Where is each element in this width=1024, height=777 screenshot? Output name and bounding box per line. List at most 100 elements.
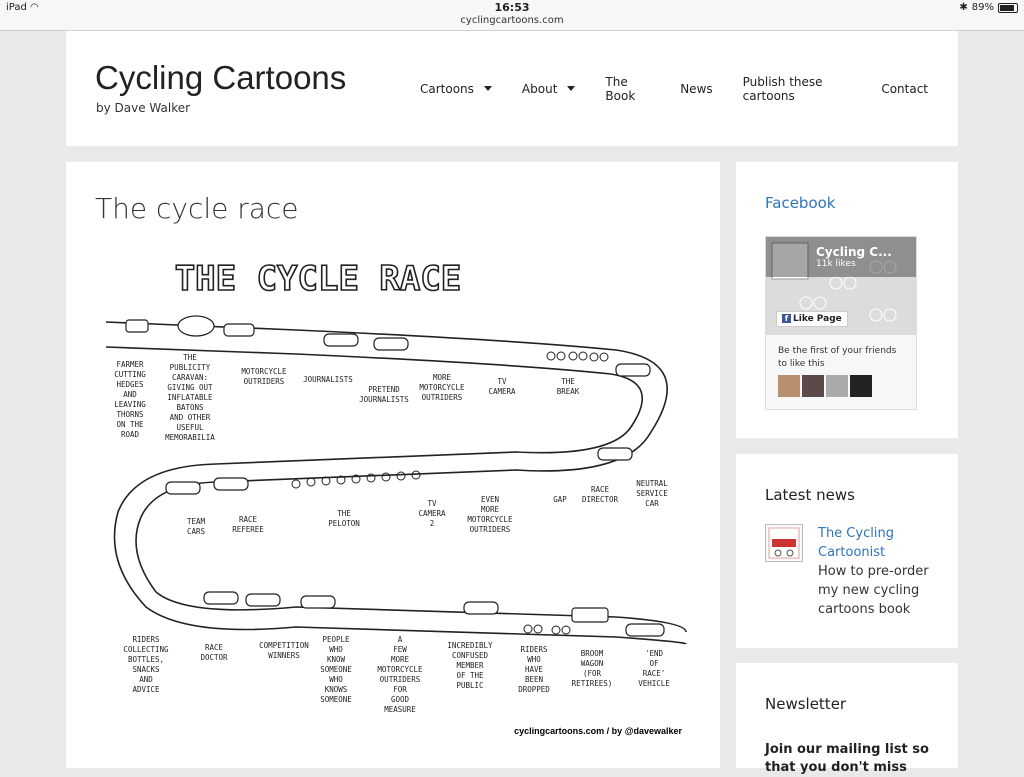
site-title[interactable]: Cycling Cartoons <box>95 59 346 97</box>
label-line: OUTRIDERS <box>470 525 511 534</box>
label-line: MOTORCYCLE <box>467 515 513 524</box>
label-line: PELOTON <box>328 519 360 528</box>
label-line: THE <box>337 509 351 518</box>
label-line: THE <box>183 353 197 362</box>
facebook-widget-title[interactable]: Facebook <box>765 194 835 212</box>
facebook-like-button[interactable]: f Like Page <box>776 311 848 327</box>
label-competition-winners: COMPETITION WINNERS <box>259 641 309 660</box>
label-line: CUTTING <box>114 370 146 379</box>
nav-label: The Book <box>605 75 636 103</box>
label-line: BOTTLES, <box>128 655 164 664</box>
address-bar[interactable]: cyclingcartoons.com <box>0 15 1024 26</box>
facebook-icon: f <box>782 314 791 323</box>
label-line: INFLATABLE <box>167 393 213 402</box>
nav-publish[interactable]: Publish these cartoons <box>743 75 852 103</box>
nav-label: About <box>521 82 558 96</box>
label-line: AND <box>139 675 153 684</box>
label-line: SOMEONE <box>320 695 352 704</box>
label-line: 2 <box>430 519 435 528</box>
label-broom-wagon: BROOM WAGON (FOR RETIREES) <box>572 649 613 688</box>
label-line: JOURNALISTS <box>303 375 353 384</box>
label-line: GOOD <box>391 695 410 704</box>
label-line: OUTRIDERS <box>244 377 285 386</box>
avatar <box>778 375 800 397</box>
label-line: PRETEND <box>368 385 400 394</box>
label-line: CONFUSED <box>452 651 489 660</box>
chevron-down-icon <box>483 85 492 91</box>
label-line: OUTRIDERS <box>380 675 421 684</box>
newsletter-title: Newsletter <box>765 695 847 713</box>
nav-cartoons[interactable]: Cartoons <box>420 75 492 103</box>
newsletter-widget: Newsletter Join our mailing list so that… <box>736 663 958 775</box>
label-line: KNOW <box>327 655 346 664</box>
battery-fill <box>1000 4 1015 11</box>
avatar <box>802 375 824 397</box>
label-the-break: THE BREAK <box>557 377 580 396</box>
label-pretend-journalists: PRETEND JOURNALISTS <box>359 385 409 404</box>
book-cover-icon <box>768 527 800 559</box>
label-line: RIDERS <box>132 635 160 644</box>
newsletter-text: Join our mailing list so that you don't … <box>765 742 929 775</box>
news-article-description: How to pre-order my new cycling cartoons… <box>818 564 929 617</box>
label-riders-collecting-bottles: RIDERS COLLECTING BOTTLES, SNACKS AND ADVICE <box>123 635 169 694</box>
label-line: WINNERS <box>268 651 300 660</box>
label-line: FEW <box>393 645 407 654</box>
cartoon-drawing: THE CYCLE RACE FARMER CUTTING HEDGES AND… <box>105 258 687 736</box>
facebook-friends-text: Be the first of your friends to like thi… <box>778 346 897 369</box>
label-the-peloton: THE PELOTON <box>328 509 360 528</box>
label-line: DIRECTOR <box>582 495 619 504</box>
label-line: EVEN <box>481 495 499 504</box>
nav-about[interactable]: About <box>521 75 576 103</box>
label-line: THE <box>561 377 575 386</box>
label-line: WAGON <box>581 659 604 668</box>
label-line: TV <box>427 499 437 508</box>
book-cover-thumbnail[interactable] <box>765 524 803 562</box>
label-line: TEAM <box>187 517 206 526</box>
label-race-director: RACE DIRECTOR <box>582 485 619 504</box>
label-line: DOCTOR <box>200 653 228 662</box>
label-line: TV <box>497 377 507 386</box>
nav-contact[interactable]: Contact <box>881 75 928 103</box>
facebook-page-plugin[interactable]: Cycling C... 11k likes f Like Page Be the… <box>765 236 917 410</box>
label-line: SERVICE <box>636 489 668 498</box>
facebook-page-name[interactable]: Cycling C... <box>816 245 892 259</box>
nav-label: Publish these cartoons <box>742 75 823 103</box>
like-page-label: Like Page <box>793 314 842 324</box>
label-line: 'END <box>645 649 664 658</box>
label-line: MEMORABILIA <box>165 433 215 442</box>
nav-label: Contact <box>881 82 928 96</box>
label-line: MORE <box>391 655 410 664</box>
label-line: DROPPED <box>518 685 550 694</box>
label-line: FOR <box>393 685 407 694</box>
label-line: GIVING OUT <box>167 383 213 392</box>
facebook-friend-avatars <box>778 375 872 397</box>
label-line: HAVE <box>525 665 544 674</box>
label-line: WHO <box>329 645 343 654</box>
facebook-widget: Facebook Cycling C... 11k likes f Like Pa… <box>736 162 958 438</box>
label-line: RACE <box>591 485 610 494</box>
label-line: WHO <box>329 675 343 684</box>
label-journalists: JOURNALISTS <box>303 375 353 384</box>
label-dropped-riders: RIDERS WHO HAVE BEEN DROPPED <box>518 645 550 694</box>
nav-news[interactable]: News <box>680 75 712 103</box>
news-article-link[interactable]: The Cycling Cartoonist <box>818 524 918 562</box>
browser-status-bar: iPad ◠ 16:53 cyclingcartoons.com ✱ 89% <box>0 0 1024 31</box>
chevron-down-icon <box>567 85 576 91</box>
label-line: CARS <box>187 527 206 536</box>
label-more-motorcycle-outriders: MORE MOTORCYCLE OUTRIDERS <box>419 373 465 402</box>
cartoon-heading: THE CYCLE RACE <box>175 259 462 299</box>
nav-label: Cartoons <box>420 82 474 96</box>
label-line: SNACKS <box>132 665 160 674</box>
label-line: MOTORCYCLE <box>377 665 423 674</box>
label-line: (FOR <box>583 669 602 678</box>
label-line: USEFUL <box>176 423 204 432</box>
nav-the-book[interactable]: The Book <box>605 75 650 103</box>
battery-icon <box>998 2 1018 13</box>
label-line: THORNS <box>116 410 144 419</box>
clock: 16:53 <box>494 1 530 14</box>
label-line: MOTORCYCLE <box>241 367 287 376</box>
label-line: A <box>398 635 403 644</box>
label-line: BROOM <box>581 649 604 658</box>
cartoon-credit: cyclingcartoons.com / by @davewalker <box>514 726 682 736</box>
label-line: BATONS <box>176 403 204 412</box>
